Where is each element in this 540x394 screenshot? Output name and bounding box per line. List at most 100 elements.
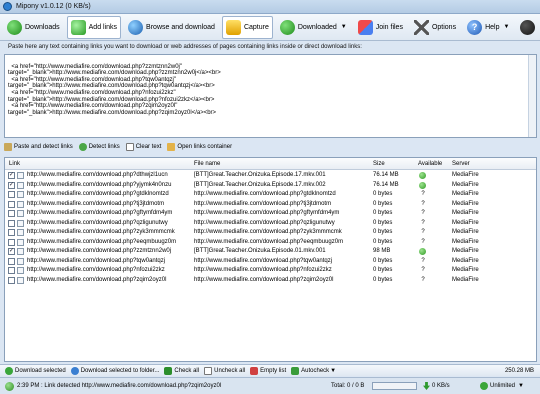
row-size: 0 bytes: [373, 276, 393, 283]
table-row[interactable]: ✓ http://www.mediafire.com/download.php?d…: [5, 171, 536, 180]
row-file-name: [BTT]Great.Teacher.Onizuka.Episode.01.mk…: [194, 248, 326, 254]
table-row[interactable]: http://www.mediafire.com/download.php?qz…: [5, 219, 536, 228]
add-links-label: Add links: [88, 23, 118, 31]
row-checkbox[interactable]: [8, 219, 15, 227]
uncheck-all-button[interactable]: Uncheck all: [204, 366, 246, 375]
status-message-area: 2:39 PM : Link detected http://www.media…: [0, 381, 222, 391]
row-link: http://www.mediafire.com/download.php?qz…: [27, 219, 168, 226]
column-link[interactable]: Link: [9, 161, 20, 167]
check-all-label: Check all: [174, 367, 200, 374]
column-server[interactable]: Server: [452, 161, 470, 167]
capture-button[interactable]: Capture: [221, 15, 273, 39]
row-server: MediaFire: [452, 257, 479, 264]
help-button[interactable]: ? Help ▼: [463, 16, 513, 39]
uncheck-icon: [204, 366, 213, 375]
chevron-down-icon: ▼: [330, 367, 337, 374]
table-row[interactable]: http://www.mediafire.com/download.php?tj…: [5, 200, 536, 209]
table-row[interactable]: http://www.mediafire.com/download.php?zy…: [5, 228, 536, 237]
row-server: MediaFire: [452, 238, 479, 245]
download-to-folder-button[interactable]: Download selected to folder...: [70, 366, 159, 375]
status-ok-icon: [5, 381, 14, 391]
row-checkbox[interactable]: [8, 267, 15, 274]
row-size: 0 bytes: [373, 191, 393, 197]
status-total: Total: 0 / 0 B: [331, 383, 365, 389]
table-row[interactable]: http://www.mediafire.com/download.php?tq…: [5, 257, 536, 266]
row-checkbox[interactable]: [8, 257, 15, 265]
available-check-icon: [419, 172, 426, 179]
join-files-button[interactable]: Join files: [354, 16, 407, 39]
row-size: 0 bytes: [373, 267, 393, 273]
row-available: ?: [421, 267, 425, 273]
downloads-button[interactable]: Downloads: [3, 16, 64, 39]
check-all-button[interactable]: Check all: [164, 366, 200, 375]
file-icon: [17, 229, 24, 236]
links-textarea[interactable]: <a href="http://www.mediafire.com/downlo…: [4, 54, 537, 138]
empty-list-button[interactable]: Empty list: [250, 366, 287, 375]
download-selected-button[interactable]: Download selected: [5, 366, 66, 375]
row-file-name: http://www.mediafire.com/download.php?nf…: [194, 267, 332, 273]
folder-download-icon: [70, 366, 79, 375]
help-label: Help: [485, 23, 500, 31]
row-checkbox[interactable]: [8, 210, 15, 217]
row-size: 0 bytes: [373, 229, 393, 235]
options-button[interactable]: Options: [410, 16, 460, 39]
detect-links-button[interactable]: Detect links: [78, 142, 120, 151]
available-check-icon: [419, 181, 426, 189]
help-icon: ?: [467, 19, 483, 35]
row-available: ?: [421, 238, 425, 245]
file-icon: [17, 191, 24, 198]
downloaded-label: Downloaded: [297, 23, 337, 31]
power-button[interactable]: [516, 16, 539, 39]
row-checkbox[interactable]: [8, 238, 15, 246]
paste-detect-button[interactable]: Paste and detect links: [4, 142, 73, 151]
row-checkbox[interactable]: [8, 276, 15, 284]
row-server: MediaFire: [452, 229, 479, 235]
table-row[interactable]: http://www.mediafire.com/download.php?zq…: [5, 276, 536, 285]
table-row[interactable]: ✓ http://www.mediafire.com/download.php?z…: [5, 247, 536, 256]
row-checkbox[interactable]: [8, 191, 15, 198]
table-row[interactable]: http://www.mediafire.com/download.php?gf…: [5, 209, 536, 218]
title-bar: Mipony v1.0.12 (0 KB/s): [0, 0, 540, 14]
row-checkbox[interactable]: ✓: [8, 181, 15, 189]
row-file-name: http://www.mediafire.com/download.php?qz…: [194, 219, 335, 226]
down-arrow-icon: [423, 382, 430, 390]
row-size: 0 bytes: [373, 219, 393, 226]
link-actions: Paste and detect links Detect links Clea…: [4, 140, 232, 153]
clear-text-button[interactable]: Clear text: [125, 142, 161, 151]
row-available: ?: [421, 229, 425, 235]
row-available: ?: [421, 210, 425, 216]
row-link: http://www.mediafire.com/download.php?zy…: [27, 229, 175, 235]
row-checkbox[interactable]: [8, 229, 15, 236]
row-server: MediaFire: [452, 210, 479, 216]
browse-download-label: Browse and download: [146, 23, 215, 31]
row-checkbox[interactable]: ✓: [8, 248, 15, 255]
row-file-name: http://www.mediafire.com/download.php?tq…: [194, 257, 333, 264]
column-file-name[interactable]: File name: [194, 161, 220, 167]
column-size[interactable]: Size: [373, 161, 385, 167]
links-scrollbar[interactable]: [528, 55, 536, 137]
row-link: http://www.mediafire.com/download.php?zq…: [27, 276, 167, 283]
column-available[interactable]: Available: [418, 161, 442, 167]
clear-icon: [125, 142, 134, 151]
add-links-icon: [70, 19, 86, 35]
row-server: MediaFire: [452, 248, 479, 254]
browse-download-button[interactable]: Browse and download: [124, 16, 219, 39]
row-checkbox[interactable]: [8, 200, 15, 208]
status-bar: 2:39 PM : Link detected http://www.media…: [0, 377, 540, 394]
add-links-button[interactable]: Add links: [66, 15, 122, 39]
file-icon: [17, 219, 24, 227]
empty-list-label: Empty list: [260, 367, 287, 374]
file-icon: [17, 257, 24, 265]
table-row[interactable]: http://www.mediafire.com/download.php?ee…: [5, 238, 536, 247]
table-row[interactable]: http://www.mediafire.com/download.php?nf…: [5, 266, 536, 275]
table-row[interactable]: http://www.mediafire.com/download.php?gt…: [5, 190, 536, 199]
autocheck-button[interactable]: Autocheck ▼: [291, 366, 337, 375]
row-file-name: http://www.mediafire.com/download.php?gf…: [194, 210, 340, 216]
table-row[interactable]: ✓ http://www.mediafire.com/download.php?y…: [5, 181, 536, 190]
status-message: 2:39 PM : Link detected http://www.media…: [17, 383, 222, 389]
uncheck-all-label: Uncheck all: [214, 367, 246, 374]
downloaded-button[interactable]: Downloaded ▼: [276, 16, 351, 39]
row-checkbox[interactable]: ✓: [8, 172, 15, 179]
speed-limit-selector[interactable]: Unlimited ▼: [480, 382, 524, 390]
open-container-button[interactable]: Open links container: [167, 142, 232, 151]
